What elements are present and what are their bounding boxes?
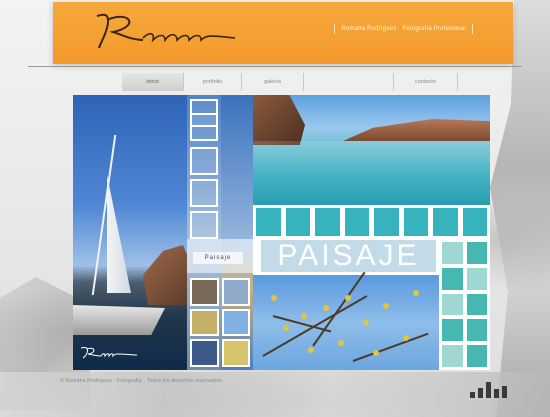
category-label[interactable]: Paisaje <box>193 252 243 264</box>
sound-bars-icon[interactable] <box>470 380 514 398</box>
site-header: Romana Rodríguez Fotografía Profesional <box>53 2 513 64</box>
sailboat-photo[interactable] <box>73 95 193 370</box>
boat-sail <box>107 175 131 293</box>
thumbnail-grid-left <box>187 275 253 370</box>
main-nav: inicio portfolio galería contacto <box>122 72 462 92</box>
header-links: Romana Rodríguez Fotografía Profesional <box>334 24 473 34</box>
boat-hull <box>73 305 165 335</box>
nav-item-galeria[interactable]: galería <box>242 73 304 91</box>
nav-item-portfolio[interactable]: portfolio <box>184 73 242 91</box>
watermark-logo <box>80 347 138 359</box>
blossom-branch-photo[interactable] <box>253 271 439 370</box>
footer-copyright: © Romana Rodríguez · Fotografía · Todos … <box>60 378 222 384</box>
teal-grid-right <box>439 239 490 370</box>
header-divider <box>28 66 522 67</box>
logo[interactable] <box>89 8 239 56</box>
coast-rock <box>143 245 193 305</box>
nav-item-contacto[interactable]: contacto <box>394 73 458 91</box>
nav-item-blank[interactable] <box>304 73 394 91</box>
teal-tile-row <box>253 207 490 237</box>
section-title: PAISAJE <box>261 239 436 272</box>
photo-collage: Paisaje PAISAJE <box>73 95 490 370</box>
sea-rock-right <box>343 119 490 141</box>
header-link-profession[interactable]: Fotografía Profesional <box>403 26 466 32</box>
nav-item-inicio[interactable]: inicio <box>122 73 184 91</box>
sea-photo[interactable] <box>253 95 490 205</box>
sea-rock-left <box>253 95 305 145</box>
header-link-name[interactable]: Romana Rodríguez <box>341 26 396 32</box>
